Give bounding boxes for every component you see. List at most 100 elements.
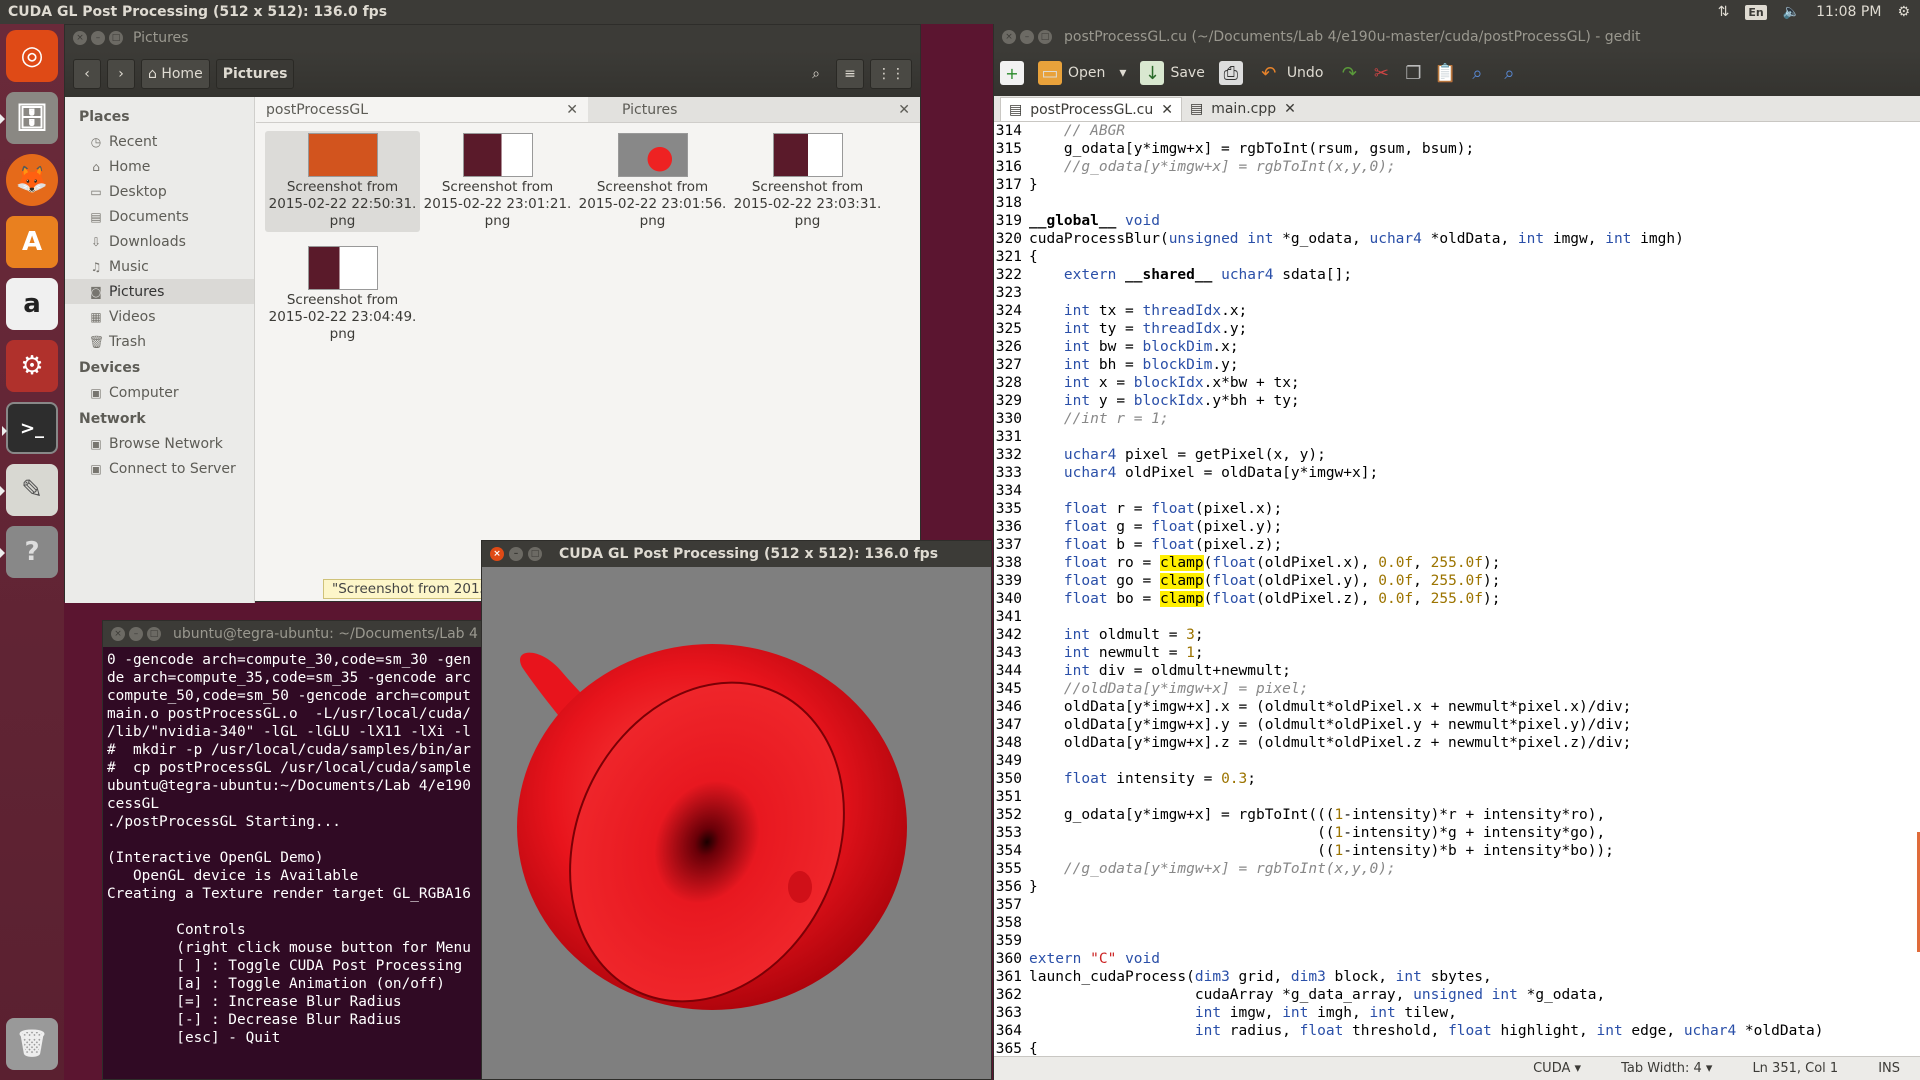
volume-icon[interactable]: 🔈 xyxy=(1783,4,1800,20)
file-item[interactable]: Screenshot from 2015-02-22 23:01:21. png xyxy=(420,131,575,232)
code-line[interactable]: 333 uchar4 oldPixel = oldData[y*imgw+x]; xyxy=(994,464,1920,482)
sidebar-item-computer[interactable]: ▣ Computer xyxy=(65,380,254,405)
minimize-icon[interactable]: – xyxy=(509,547,523,561)
code-line[interactable]: 328 int x = blockIdx.x*bw + tx; xyxy=(994,374,1920,392)
software-center-icon[interactable]: A xyxy=(6,216,58,268)
close-icon[interactable]: × xyxy=(73,31,87,45)
undo-button[interactable]: ↶ Undo xyxy=(1251,57,1330,89)
new-document-icon[interactable]: + xyxy=(1000,61,1024,85)
firefox-icon[interactable]: 🦊 xyxy=(6,154,58,206)
tab-main-cpp[interactable]: ▤ main.cpp ✕ xyxy=(1182,97,1304,121)
close-icon[interactable]: × xyxy=(111,627,125,641)
code-line[interactable]: 348 oldData[y*imgw+x].z = (oldmult*oldPi… xyxy=(994,734,1920,752)
code-line[interactable]: 364 int radius, float threshold, float h… xyxy=(994,1022,1920,1040)
code-line[interactable]: 345 //oldData[y*imgw+x] = pixel; xyxy=(994,680,1920,698)
code-line[interactable]: 341 xyxy=(994,608,1920,626)
code-line[interactable]: 332 uchar4 pixel = getPixel(x, y); xyxy=(994,446,1920,464)
code-line[interactable]: 359 xyxy=(994,932,1920,950)
code-line[interactable]: 325 int ty = threadIdx.y; xyxy=(994,320,1920,338)
close-icon[interactable]: × xyxy=(1002,30,1016,44)
amazon-icon[interactable]: a xyxy=(6,278,58,330)
code-line[interactable]: 349 xyxy=(994,752,1920,770)
code-line[interactable]: 340 float bo = clamp(float(oldPixel.z), … xyxy=(994,590,1920,608)
gedit-titlebar[interactable]: × – □ postProcessGL.cu (~/Documents/Lab … xyxy=(994,24,1920,50)
teapot-render[interactable] xyxy=(482,567,991,1079)
print-icon[interactable]: ⎙ xyxy=(1218,61,1243,85)
maximize-icon[interactable]: □ xyxy=(1038,30,1052,44)
file-item[interactable]: Screenshot from 2015-02-22 23:01:56. png xyxy=(575,131,730,232)
code-line[interactable]: 363 int imgw, int imgh, int tilew, xyxy=(994,1004,1920,1022)
close-icon[interactable]: ✕ xyxy=(898,102,910,118)
save-button[interactable]: ↓ Save xyxy=(1134,57,1210,89)
code-line[interactable]: 336 float g = float(pixel.y); xyxy=(994,518,1920,536)
settings-gear-icon[interactable]: ⚙ xyxy=(1897,4,1910,20)
system-settings-icon[interactable]: ⚙ xyxy=(6,340,58,392)
view-list-icon[interactable]: ≡ xyxy=(836,59,864,89)
code-line[interactable]: 365{ xyxy=(994,1040,1920,1056)
network-icon[interactable]: ⇅ xyxy=(1718,4,1730,20)
code-line[interactable]: 338 float ro = clamp(float(oldPixel.x), … xyxy=(994,554,1920,572)
sidebar-item-trash[interactable]: 🗑 Trash xyxy=(65,329,254,354)
language-selector[interactable]: CUDA ▾ xyxy=(1533,1061,1581,1076)
close-icon[interactable]: ✕ xyxy=(566,102,578,118)
open-button[interactable]: ▭ Open xyxy=(1032,57,1111,89)
code-line[interactable]: 330 //int r = 1; xyxy=(994,410,1920,428)
tab-width-selector[interactable]: Tab Width: 4 ▾ xyxy=(1621,1061,1712,1076)
code-line[interactable]: 317} xyxy=(994,176,1920,194)
sidebar-item-home[interactable]: ⌂ Home xyxy=(65,154,254,179)
code-line[interactable]: 320 cudaProcessBlur(unsigned int *g_odata… xyxy=(994,230,1920,248)
sidebar-item-pictures[interactable]: ◙ Pictures xyxy=(65,279,254,304)
code-line[interactable]: 331 xyxy=(994,428,1920,446)
code-line[interactable]: 314 // ABGR xyxy=(994,122,1920,140)
code-line[interactable]: 343 int newmult = 1; xyxy=(994,644,1920,662)
terminal-icon[interactable]: >_ xyxy=(2,402,58,454)
tab-pictures[interactable]: Pictures ✕ xyxy=(588,97,920,122)
code-line[interactable]: 361 launch_cudaProcess(dim3 grid, dim3 bl… xyxy=(994,968,1920,986)
minimize-icon[interactable]: – xyxy=(91,31,105,45)
code-line[interactable]: 342 int oldmult = 3; xyxy=(994,626,1920,644)
sidebar-item-videos[interactable]: ▦ Videos xyxy=(65,304,254,329)
close-icon[interactable]: ✕ xyxy=(1284,101,1296,117)
close-icon[interactable]: × xyxy=(490,547,504,561)
tab-postprocessgl[interactable]: postProcessGL ✕ xyxy=(256,97,588,122)
copy-icon[interactable]: ❐ xyxy=(1401,61,1425,85)
file-item[interactable]: Screenshot from 2015-02-22 23:03:31. png xyxy=(730,131,885,232)
cuda-titlebar[interactable]: × – □ CUDA GL Post Processing (512 x 512… xyxy=(482,541,991,567)
breadcrumb-home[interactable]: ⌂ Home xyxy=(141,59,210,89)
paste-icon[interactable]: 📋 xyxy=(1433,61,1457,85)
trash-icon[interactable]: 🗑 xyxy=(6,1018,58,1070)
search-icon[interactable]: ⌕ xyxy=(1465,61,1489,85)
code-line[interactable]: 327 int bh = blockDim.y; xyxy=(994,356,1920,374)
code-line[interactable]: 329 int y = blockIdx.y*bh + ty; xyxy=(994,392,1920,410)
help-icon[interactable]: ? xyxy=(0,526,58,578)
sidebar-item-recent[interactable]: ◷ Recent xyxy=(65,129,254,154)
sidebar-item-connect-server[interactable]: ▣ Connect to Server xyxy=(65,456,254,481)
clock[interactable]: 11:08 PM xyxy=(1816,4,1881,20)
maximize-icon[interactable]: □ xyxy=(147,627,161,641)
tab-postprocessgl-cu[interactable]: ▤ postProcessGL.cu ✕ xyxy=(1000,97,1182,121)
open-dropdown-icon[interactable]: ▾ xyxy=(1119,65,1126,81)
code-line[interactable]: 344 int div = oldmult+newmult; xyxy=(994,662,1920,680)
files-titlebar[interactable]: × – □ Pictures xyxy=(65,25,920,51)
code-line[interactable]: 318 xyxy=(994,194,1920,212)
code-editor[interactable]: 314 // ABGR 315 g_odata[y*imgw+x] = rgbTo… xyxy=(994,122,1920,1056)
code-line[interactable]: 347 oldData[y*imgw+x].y = (oldmult*oldPi… xyxy=(994,716,1920,734)
sidebar-item-documents[interactable]: ▤ Documents xyxy=(65,204,254,229)
file-item[interactable]: Screenshot from 2015-02-22 22:50:31. png xyxy=(265,131,420,232)
code-line[interactable]: 355 //g_odata[y*imgw+x] = rgbToInt(x,y,0… xyxy=(994,860,1920,878)
code-line[interactable]: 354 ((1-intensity)*b + intensity*bo)); xyxy=(994,842,1920,860)
code-line[interactable]: 337 float b = float(pixel.z); xyxy=(994,536,1920,554)
editor-scrollbar[interactable] xyxy=(1914,122,1920,952)
sidebar-item-downloads[interactable]: ⇩ Downloads xyxy=(65,229,254,254)
code-line[interactable]: 357 xyxy=(994,896,1920,914)
breadcrumb-pictures[interactable]: Pictures xyxy=(215,59,295,89)
code-line[interactable]: 326 int bw = blockDim.x; xyxy=(994,338,1920,356)
redo-icon[interactable]: ↷ xyxy=(1337,61,1361,85)
code-line[interactable]: 334 xyxy=(994,482,1920,500)
code-line[interactable]: 335 float r = float(pixel.x); xyxy=(994,500,1920,518)
replace-icon[interactable]: ⌕ xyxy=(1497,61,1521,85)
code-line[interactable]: 339 float go = clamp(float(oldPixel.y), … xyxy=(994,572,1920,590)
code-line[interactable]: 350 float intensity = 0.3; xyxy=(994,770,1920,788)
code-line[interactable]: 346 oldData[y*imgw+x].x = (oldmult*oldPi… xyxy=(994,698,1920,716)
code-line[interactable]: 321{ xyxy=(994,248,1920,266)
